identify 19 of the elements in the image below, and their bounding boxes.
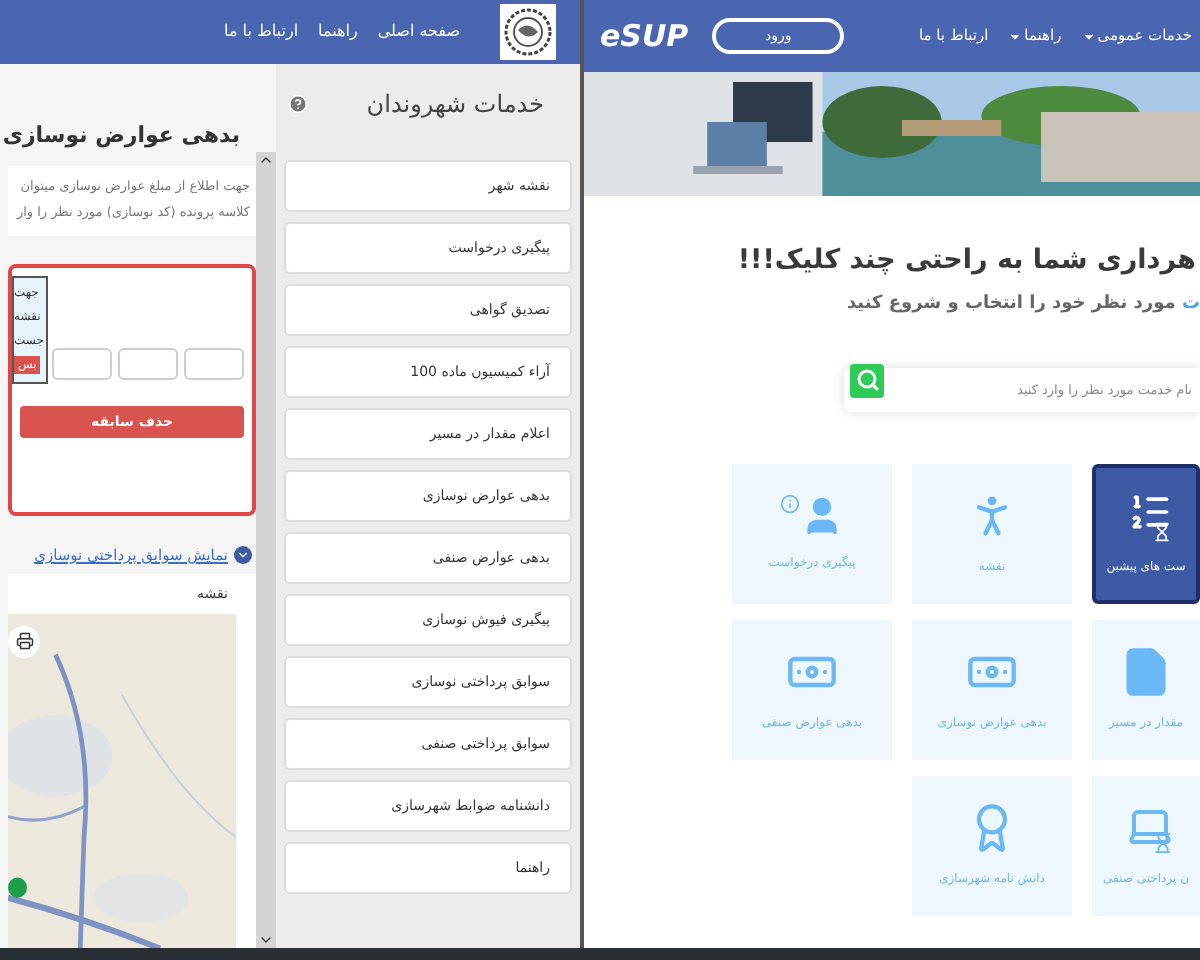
nav-link[interactable]: ارتباط با ما (224, 20, 299, 44)
logo (500, 4, 556, 60)
caret-icon (1081, 29, 1096, 43)
nav-link[interactable]: راهنما (318, 20, 358, 44)
logo: eSUP (600, 15, 689, 58)
page-title: بدهی عوارض نوسازی (8, 120, 240, 152)
hero-heading: هرداری شما به راحتی چند کلیک!!! (737, 242, 1196, 280)
scroll-down-icon[interactable] (258, 932, 274, 948)
code-input-field[interactable] (118, 348, 178, 380)
code-input-field[interactable] (184, 348, 244, 380)
panel-title: خدمات شهروندان (366, 88, 544, 122)
help-icon[interactable] (288, 94, 308, 114)
chevron-down-icon[interactable] (234, 546, 252, 565)
code-input-field[interactable] (52, 348, 112, 380)
scroll-up-icon[interactable] (258, 152, 274, 168)
nav-link[interactable]: صفحه اصلی (377, 20, 460, 44)
scrollbar[interactable] (256, 152, 276, 948)
hero-subtitle: ت مورد نظر خود را انتخاب و شروع کنید (846, 292, 1200, 319)
caret-icon (1008, 29, 1023, 43)
